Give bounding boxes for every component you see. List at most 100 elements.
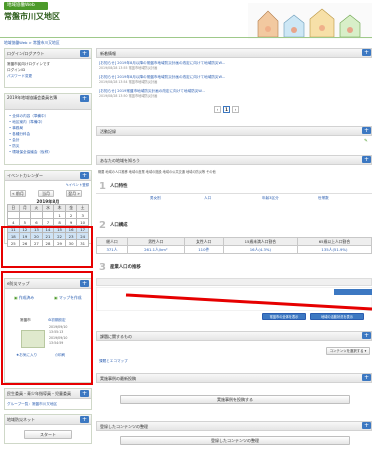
calendar-weekday: 火 bbox=[30, 204, 43, 212]
section-number: 1 bbox=[99, 181, 106, 192]
know-expand-icon[interactable]: + bbox=[362, 156, 371, 163]
post-case-button[interactable]: 実施事例を投稿する bbox=[120, 395, 350, 404]
calendar-today-button[interactable]: 当月 bbox=[38, 190, 54, 197]
council-item[interactable]: • 会計 bbox=[9, 138, 19, 142]
calendar-day[interactable]: 10 bbox=[76, 218, 89, 226]
council-expand-icon[interactable]: + bbox=[80, 95, 89, 102]
groups-expand-icon[interactable]: + bbox=[80, 390, 89, 397]
stat-link[interactable]: 世帯数 bbox=[318, 196, 329, 200]
stat-header: 総人口 bbox=[96, 237, 128, 246]
login-id-label: ログインID bbox=[7, 68, 26, 72]
calendar-weekday: 金 bbox=[64, 204, 78, 212]
council-item[interactable]: • 環境保全協議会（仮称） bbox=[9, 150, 52, 154]
register-expand-icon[interactable]: + bbox=[362, 422, 371, 429]
council-item[interactable]: • 地区案内（準備中） bbox=[9, 120, 45, 124]
news-item-title[interactable]: [お知らせ] 2019年8月以降の常盤市地域防災計画の改定に向けて地域防災W..… bbox=[99, 75, 225, 79]
login-panel-header: ログイン/ログアウト + bbox=[5, 49, 91, 59]
groups-panel-header: 民生委員・青少年指導員・児童委員 + bbox=[5, 389, 91, 399]
news-title: 新着情報 bbox=[100, 51, 116, 56]
header-illustration bbox=[248, 3, 372, 39]
calendar-prev-button[interactable]: « 前月 bbox=[10, 190, 26, 197]
pager-next[interactable]: › bbox=[232, 106, 239, 113]
stat-value[interactable]: 371人 bbox=[96, 245, 128, 254]
calendar-day[interactable]: 7 bbox=[41, 218, 55, 226]
issues-expand-icon[interactable]: + bbox=[362, 374, 371, 381]
login-panel: ログイン/ログアウト + 常盤市民向けログインです ログインID パスワード変更 bbox=[4, 48, 92, 88]
know-header: あなたの地域を知ろう bbox=[96, 155, 372, 165]
stat-header: 65歳以上人口割合 bbox=[296, 237, 372, 246]
stat-value[interactable]: 261.1人/km² bbox=[126, 245, 185, 254]
groups-panel-title: 民生委員・青少年指導員・児童委員 bbox=[7, 391, 71, 396]
calendar-day[interactable]: 9 bbox=[64, 218, 78, 226]
content-expand-icon[interactable]: + bbox=[362, 332, 371, 339]
highlight-box-calendar bbox=[1, 226, 93, 268]
register-content-button[interactable]: 登録したコンテンツの整理 bbox=[120, 436, 350, 445]
stat-value[interactable]: 16人(4.3%) bbox=[222, 245, 298, 254]
council-panel: 2019年地域協議会委員名簿 + • 全体の内容（準備中） • 地区案内（準備中）… bbox=[4, 93, 92, 165]
activity-header: 活動記録 bbox=[96, 126, 372, 136]
news-item-title[interactable]: [お知らせ] 2019常盤市地域防災計画の改定に向けて地域防災W... bbox=[99, 89, 205, 93]
network-expand-icon[interactable]: + bbox=[80, 416, 89, 423]
calendar-day[interactable]: 5 bbox=[18, 218, 32, 226]
brand-badge[interactable]: 地域協働Web bbox=[4, 2, 48, 10]
stat-value[interactable]: 110件 bbox=[183, 245, 224, 254]
calendar-next-button[interactable]: 翌月 » bbox=[66, 190, 82, 197]
group-list-link[interactable]: グループ一覧：常盤市川又地区 bbox=[7, 402, 57, 406]
stat-link[interactable]: 男女別 bbox=[150, 196, 161, 200]
login-expand-icon[interactable]: + bbox=[80, 50, 89, 57]
section-title: 人口特性 bbox=[110, 184, 128, 189]
calendar-day bbox=[7, 211, 20, 219]
show-area-button[interactable]: 地域の活動状況を表示 bbox=[310, 313, 364, 320]
news-item-title[interactable]: [お知らせ] 2019年8月以降の常盤市地域防災計画の改定に向けて地域防災W..… bbox=[99, 61, 225, 65]
content-select[interactable]: コンテンツを選択する ▾ bbox=[326, 347, 370, 355]
news-item-meta: 2019/08/28 13:50 常盤市地域防災計画 bbox=[99, 94, 158, 98]
council-item[interactable]: • 防災 bbox=[9, 144, 19, 148]
calendar-day[interactable]: 2 bbox=[64, 211, 78, 219]
calendar-panel-title: イベントカレンダー bbox=[7, 173, 43, 178]
network-start-button[interactable]: スタート bbox=[24, 430, 72, 439]
council-item[interactable]: • 事務局 bbox=[9, 126, 23, 130]
news-header: 新着情報 bbox=[96, 48, 372, 58]
calendar-expand-icon[interactable]: + bbox=[80, 172, 89, 179]
calendar-day[interactable]: 8 bbox=[53, 218, 66, 226]
site-title[interactable]: 常盤市川又地区 bbox=[4, 12, 60, 22]
stat-header: 女性人口 bbox=[183, 237, 224, 246]
content-link[interactable]: 課題とエコマップ bbox=[99, 359, 128, 363]
issues-header: 実施事例の最新投稿 bbox=[96, 373, 372, 383]
stat-link[interactable]: 人口 bbox=[204, 196, 211, 200]
event-register-link[interactable]: ✎イベント登録 bbox=[66, 183, 89, 187]
password-change-link[interactable]: パスワード変更 bbox=[7, 74, 32, 78]
calendar-weekday: 月 bbox=[18, 204, 32, 212]
council-panel-title: 2019年地域協議会委員名簿 bbox=[7, 95, 58, 100]
breadcrumb[interactable]: 地域協働Web > 常盤市川又地区 bbox=[4, 40, 60, 46]
stat-value[interactable]: 135人(51.9%) bbox=[296, 245, 372, 254]
content-header: 課題に関するもの bbox=[96, 331, 372, 341]
calendar-day[interactable]: 3 bbox=[76, 211, 89, 219]
stat-table: 総人口 男性人口 女性人口 15歳未満人口割合 65歳以上人口割合 371人 2… bbox=[96, 237, 372, 254]
know-title: あなたの地域を知ろう bbox=[100, 158, 140, 163]
council-item[interactable]: • 全体の内容（準備中） bbox=[9, 114, 48, 118]
calendar-weekday: 日 bbox=[7, 204, 20, 212]
industry-chart bbox=[96, 287, 372, 311]
calendar-day[interactable]: 4 bbox=[7, 218, 20, 226]
calendar-day[interactable]: 1 bbox=[53, 211, 66, 219]
login-panel-title: ログイン/ログアウト bbox=[7, 51, 45, 56]
calendar-weekday: 土 bbox=[76, 204, 89, 212]
edit-icon[interactable]: ✎ bbox=[364, 139, 368, 144]
council-item[interactable]: • 各種分科会 bbox=[9, 132, 30, 136]
council-panel-header: 2019年地域協議会委員名簿 + bbox=[5, 94, 91, 110]
activity-expand-icon[interactable]: + bbox=[362, 127, 371, 134]
stat-header: 15歳未満人口割合 bbox=[222, 237, 298, 246]
calendar-day[interactable]: 6 bbox=[30, 218, 43, 226]
news-expand-icon[interactable]: + bbox=[362, 49, 371, 56]
pager-current[interactable]: 1 bbox=[223, 106, 230, 113]
issues-title: 実施事例の最新投稿 bbox=[100, 376, 136, 381]
stat-link[interactable]: 年齢3区分 bbox=[262, 196, 279, 200]
pager-prev[interactable]: ‹ bbox=[214, 106, 221, 113]
news-item-meta: 2019/08/28 13:54 常盤市地域防災計画 bbox=[99, 80, 158, 84]
calendar-weekday: 木 bbox=[53, 204, 66, 212]
highlight-box-map bbox=[1, 271, 93, 385]
calendar-weekday: 水 bbox=[41, 204, 55, 212]
show-city-button[interactable]: 常盤市の全体を表示 bbox=[262, 313, 306, 320]
know-tabs[interactable]: 概要 地域の人口推移 地域の産業 地域の施設 地域の公共交通 地域の防災等 その… bbox=[98, 170, 216, 175]
